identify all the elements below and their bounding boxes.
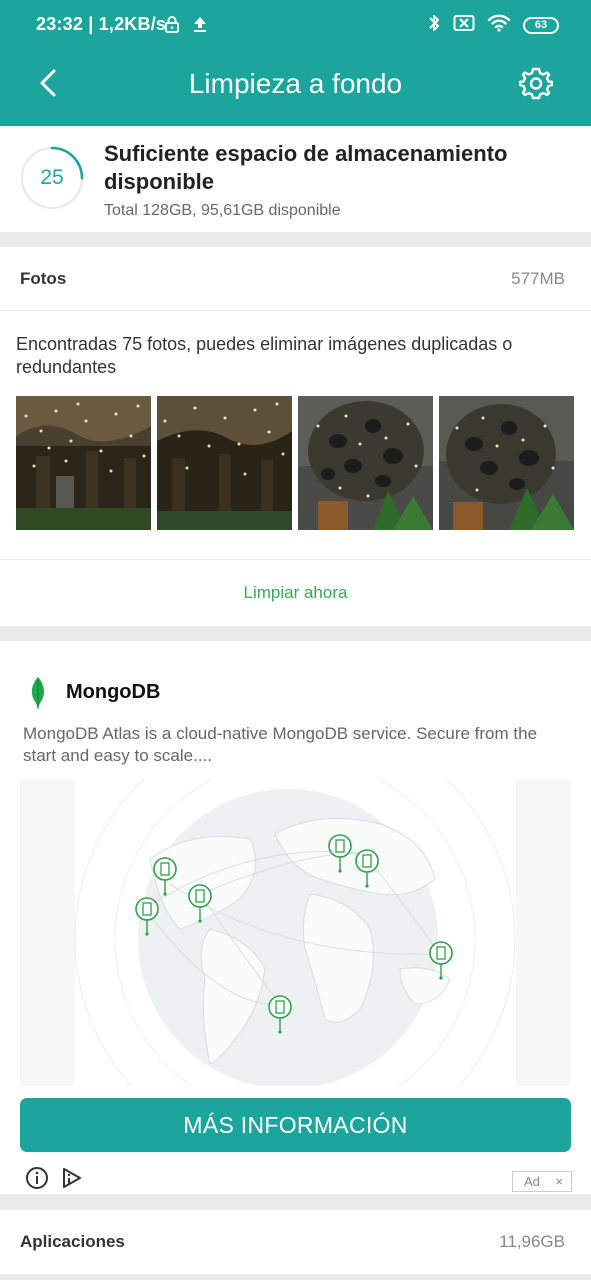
photos-row[interactable]: Fotos 577MB xyxy=(0,247,591,311)
mongodb-leaf-icon xyxy=(31,677,45,709)
applications-card[interactable]: Aplicaciones 11,96GB xyxy=(0,1210,591,1274)
status-bar: 23:32 | 1,2KB/s 63 xyxy=(0,0,591,48)
applications-label: Aplicaciones xyxy=(20,1232,125,1251)
close-icon[interactable]: × xyxy=(555,1172,563,1191)
ad-globe-image[interactable] xyxy=(20,779,571,1086)
photos-size: 577MB xyxy=(511,269,565,288)
ad-description: MongoDB Atlas is a cloud-native MongoDB … xyxy=(23,724,538,765)
storage-status-title: Suficiente espacio de almacenamiento dis… xyxy=(104,141,508,194)
app-header: 23:32 | 1,2KB/s 63 Limpieza a fondo xyxy=(0,0,591,126)
wifi-icon xyxy=(487,14,511,37)
upload-icon xyxy=(192,15,208,38)
storage-status-subtitle: Total 128GB, 95,61GB disponible xyxy=(104,202,341,219)
ad-label: Ad xyxy=(524,1174,540,1189)
photo-thumbnail[interactable] xyxy=(16,396,151,530)
info-icon[interactable] xyxy=(25,1166,49,1195)
settings-button[interactable] xyxy=(518,66,554,100)
applications-size: 11,96GB xyxy=(499,1232,565,1251)
ad-badge[interactable]: Ad × xyxy=(512,1171,572,1192)
storage-card: 25 Suficiente espacio de almacenamiento … xyxy=(0,126,591,232)
photo-thumbnail[interactable] xyxy=(439,396,574,530)
clean-now-button[interactable]: Limpiar ahora xyxy=(0,560,591,626)
globe-map-graphic xyxy=(20,779,571,1086)
status-icons: 63 xyxy=(427,13,559,38)
bluetooth-icon xyxy=(427,13,441,38)
sim-disabled-icon xyxy=(453,14,475,37)
photos-description: Encontradas 75 fotos, puedes eliminar im… xyxy=(16,334,513,377)
more-info-button[interactable]: MÁS INFORMACIÓN xyxy=(20,1098,571,1152)
photo-thumbnail[interactable] xyxy=(157,396,292,530)
adchoices-icon[interactable] xyxy=(60,1166,84,1195)
ad-brand-name: MongoDB xyxy=(66,681,161,703)
page-title: Limpieza a fondo xyxy=(188,68,403,99)
photo-thumbnails xyxy=(16,396,576,530)
app-bar: Limpieza a fondo xyxy=(0,48,591,126)
status-time: 23:32 | 1,2KB/s xyxy=(36,14,167,34)
photo-thumbnail[interactable] xyxy=(298,396,433,530)
lock-icon xyxy=(164,15,180,38)
storage-score: 25 xyxy=(40,166,64,189)
battery-icon: 63 xyxy=(523,17,559,34)
ad-card[interactable]: MongoDB MongoDB Atlas is a cloud-native … xyxy=(0,641,591,1194)
photos-label: Fotos xyxy=(20,269,67,288)
photos-card: Fotos 577MB Encontradas 75 fotos, puedes… xyxy=(0,247,591,626)
gear-icon xyxy=(518,67,554,100)
